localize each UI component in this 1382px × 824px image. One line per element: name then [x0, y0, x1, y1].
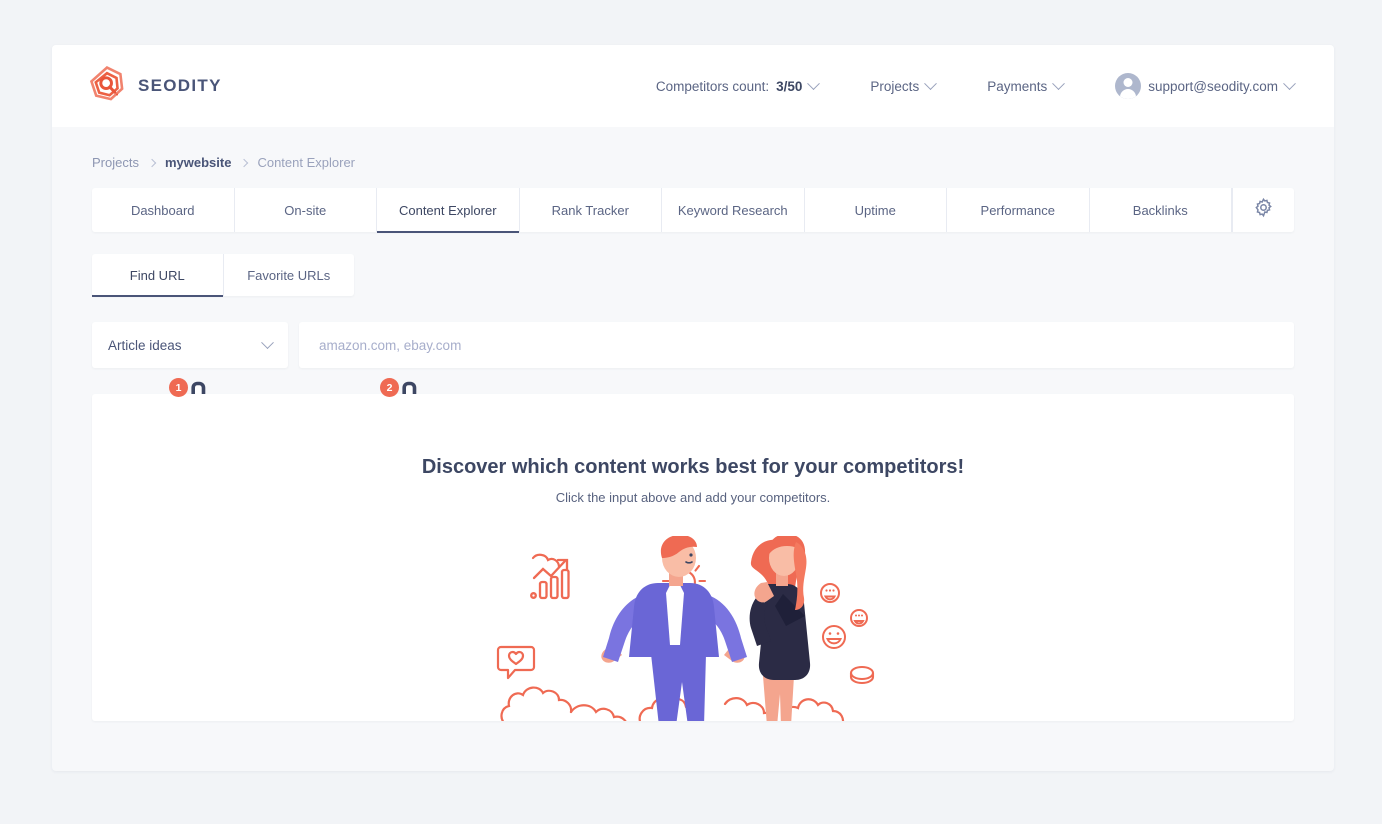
chevron-right-icon	[147, 158, 157, 167]
tab-label: Backlinks	[1132, 202, 1188, 218]
chevron-down-icon	[1052, 76, 1066, 90]
tab-label: On-site	[284, 202, 327, 218]
tab-backlinks[interactable]: Backlinks	[1090, 188, 1232, 232]
account-menu[interactable]: support@seodity.com	[1089, 73, 1296, 99]
tab-label: Keyword Research	[677, 202, 788, 218]
settings-button[interactable]	[1232, 188, 1294, 232]
payments-dropdown[interactable]: Payments	[961, 76, 1089, 94]
tab-content-explorer[interactable]: Content Explorer	[377, 188, 520, 233]
competitor-url-input[interactable]	[299, 322, 1294, 368]
mode-select[interactable]: Article ideas	[92, 322, 288, 368]
empty-state-title: Discover which content works best for yo…	[421, 456, 965, 478]
empty-state-card: Discover which content works best for yo…	[92, 394, 1294, 721]
header-actions: Competitors count: 3/50 Projects Payment…	[630, 73, 1296, 99]
tab-uptime[interactable]: Uptime	[805, 188, 947, 232]
payments-dropdown-label: Payments	[987, 78, 1048, 94]
brand-logo-group[interactable]: SEODITY	[88, 65, 222, 108]
tab-label: Content Explorer	[398, 202, 497, 218]
seodity-hex-magnifier-logo-icon	[88, 65, 126, 108]
subtab-find-url[interactable]: Find URL	[92, 254, 224, 297]
projects-dropdown-label: Projects	[870, 78, 920, 94]
chevron-down-icon	[1283, 76, 1296, 90]
subtab-label: Find URL	[129, 267, 185, 283]
two-people-competitors-illustration-icon	[493, 534, 893, 721]
competitors-count-dropdown[interactable]: Competitors count: 3/50	[630, 76, 845, 94]
brand-name: SEODITY	[138, 76, 222, 95]
empty-state-subtitle: Click the input above and add your compe…	[555, 490, 831, 505]
breadcrumb-item-projects[interactable]: Projects	[92, 155, 139, 170]
competitors-count-value: 3/50	[776, 78, 803, 94]
main-tab-bar: Dashboard On-site Content Explorer Rank …	[92, 188, 1294, 233]
tab-rank-tracker[interactable]: Rank Tracker	[520, 188, 662, 232]
chevron-right-icon	[240, 158, 249, 167]
chevron-down-icon	[261, 335, 274, 349]
tab-label: Performance	[980, 202, 1055, 218]
mode-select-value: Article ideas	[108, 337, 182, 353]
tab-label: Uptime	[854, 202, 896, 218]
top-header-bar: SEODITY Competitors count: 3/50 Projects…	[52, 45, 1334, 127]
breadcrumb-item-mywebsite[interactable]: mywebsite	[165, 155, 231, 170]
user-avatar-icon	[1115, 73, 1142, 99]
breadcrumb-item-content-explorer: Content Explorer	[257, 155, 356, 170]
tab-label: Rank Tracker	[551, 202, 629, 218]
gear-icon	[1253, 197, 1274, 223]
competitors-count-label: Competitors count:	[655, 78, 770, 94]
tab-keyword-research[interactable]: Keyword Research	[662, 188, 805, 232]
account-email: support@seodity.com	[1148, 78, 1278, 94]
annotation-badge-2: 2	[380, 378, 399, 397]
breadcrumb: Projects mywebsite Content Explorer	[52, 127, 1334, 170]
chevron-down-icon	[924, 76, 938, 90]
projects-dropdown[interactable]: Projects	[844, 76, 961, 94]
subtab-favorite-urls[interactable]: Favorite URLs	[224, 254, 355, 296]
tab-dashboard[interactable]: Dashboard	[92, 188, 235, 232]
tab-label: Dashboard	[130, 202, 195, 218]
annotation-badge-1: 1	[169, 378, 188, 397]
tab-on-site[interactable]: On-site	[235, 188, 377, 232]
tab-performance[interactable]: Performance	[947, 188, 1090, 232]
sub-tab-bar: Find URL Favorite URLs	[92, 254, 355, 297]
chevron-down-icon	[807, 76, 821, 90]
search-controls: Article ideas	[92, 322, 1294, 368]
subtab-label: Favorite URLs	[247, 267, 331, 283]
app-window: SEODITY Competitors count: 3/50 Projects…	[52, 45, 1334, 771]
